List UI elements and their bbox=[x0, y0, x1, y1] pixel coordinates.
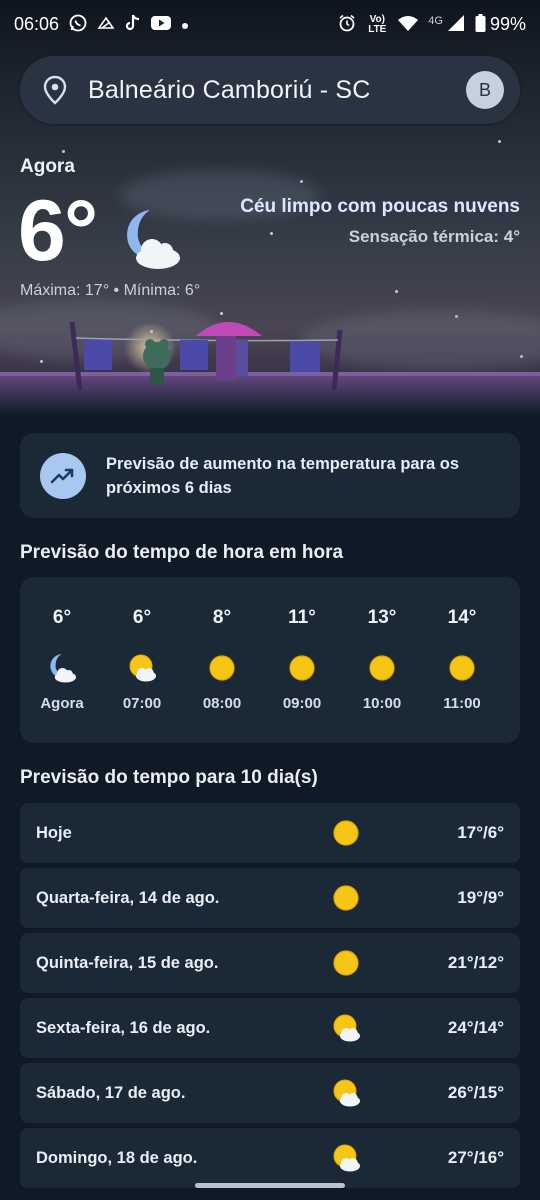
battery-icon bbox=[475, 14, 486, 35]
tiktok-icon bbox=[125, 14, 141, 35]
current-temperature: 6° bbox=[18, 183, 98, 279]
hour-temp: 6° bbox=[132, 607, 152, 628]
moon-cloud-icon bbox=[46, 651, 78, 685]
feels-like: Sensação térmica: 4° bbox=[348, 227, 520, 246]
night-scene-illustration bbox=[0, 321, 540, 410]
sun-icon bbox=[326, 884, 366, 912]
hourly-item[interactable]: 8° 08:00 bbox=[182, 577, 262, 743]
current-condition: Céu limpo com poucas nuvens bbox=[240, 196, 520, 217]
location-pin-icon bbox=[42, 75, 68, 105]
hour-temp: 11° bbox=[288, 607, 316, 628]
battery-level: 99% bbox=[489, 14, 526, 34]
daily-section-title: Previsão do tempo para 10 dia(s) bbox=[20, 767, 318, 788]
daily-row[interactable]: Hoje 17°/6° bbox=[20, 803, 520, 863]
dot-icon bbox=[181, 16, 189, 33]
network-type: 4G bbox=[428, 14, 443, 27]
day-temps: 26°/15° bbox=[447, 1083, 504, 1102]
hour-temp: 8° bbox=[212, 607, 232, 628]
sun-icon bbox=[326, 949, 366, 977]
temperature-trend-card[interactable]: Previsão de aumento na temperatura para … bbox=[20, 433, 520, 518]
hour-time: 11:00 bbox=[443, 695, 481, 712]
max-min-temperature: Máxima: 17° • Mínima: 6° bbox=[20, 282, 201, 299]
account-avatar[interactable]: B bbox=[466, 71, 504, 109]
alarm-icon bbox=[338, 14, 356, 35]
hour-time: 07:00 bbox=[122, 695, 162, 712]
moon-cloud-icon bbox=[120, 206, 182, 277]
day-name: Quarta-feira, 14 de ago. bbox=[36, 888, 220, 907]
location-search-bar[interactable]: Balneário Camboriú - SC B bbox=[20, 56, 520, 124]
youtube-icon bbox=[151, 15, 172, 34]
location-name: Balneário Camboriú - SC bbox=[88, 75, 371, 104]
wifi-icon bbox=[398, 15, 419, 34]
volte-icon: Vo) LTE bbox=[368, 13, 387, 35]
hour-temp: 14° bbox=[447, 607, 477, 628]
hourly-item[interactable]: 6° 07:00 bbox=[102, 577, 182, 743]
day-name: Sexta-feira, 16 de ago. bbox=[36, 1018, 211, 1037]
day-temps: 27°/16° bbox=[447, 1148, 504, 1167]
hour-temp: 6° bbox=[52, 607, 72, 628]
trend-text: Previsão de aumento na temperatura para … bbox=[106, 454, 460, 497]
sun-icon bbox=[208, 651, 236, 685]
day-temps: 17°/6° bbox=[457, 823, 504, 842]
signal-icon bbox=[447, 14, 465, 35]
sun-cloud-icon bbox=[326, 1143, 366, 1173]
day-name: Quinta-feira, 15 de ago. bbox=[36, 953, 219, 972]
hour-time: Agora bbox=[40, 695, 84, 712]
hour-time: 08:00 bbox=[202, 695, 242, 712]
home-indicator[interactable] bbox=[195, 1183, 345, 1188]
hour-time: 10:00 bbox=[362, 695, 402, 712]
whatsapp-icon bbox=[69, 14, 87, 35]
day-name: Hoje bbox=[36, 823, 72, 842]
day-temps: 19°/9° bbox=[457, 888, 504, 907]
day-temps: 21°/12° bbox=[447, 953, 504, 972]
daily-row[interactable]: Quarta-feira, 14 de ago. 19°/9° bbox=[20, 868, 520, 928]
sun-cloud-icon bbox=[326, 1013, 366, 1043]
sun-icon bbox=[448, 651, 476, 685]
trending-up-icon bbox=[40, 452, 86, 499]
hourly-section-title: Previsão do tempo de hora em hora bbox=[20, 542, 344, 563]
hourly-forecast-card[interactable]: 6° Agora 6° 07:00 8° 08:00 11° 09:00 13°… bbox=[20, 577, 520, 743]
day-name: Sábado, 17 de ago. bbox=[36, 1083, 186, 1102]
daily-row[interactable]: Domingo, 18 de ago. 27°/16° bbox=[20, 1128, 520, 1188]
hour-temp: 13° bbox=[367, 607, 397, 628]
hour-time: 09:00 bbox=[282, 695, 322, 712]
current-label: Agora bbox=[20, 156, 75, 177]
hourly-item[interactable]: 13° 10:00 bbox=[342, 577, 422, 743]
daily-row[interactable]: Sábado, 17 de ago. 26°/15° bbox=[20, 1063, 520, 1123]
sun-cloud-icon bbox=[127, 651, 157, 685]
sun-icon bbox=[326, 819, 366, 847]
day-name: Domingo, 18 de ago. bbox=[36, 1148, 198, 1167]
day-temps: 24°/14° bbox=[447, 1018, 504, 1037]
hourly-item[interactable]: 14° 11:00 bbox=[422, 577, 502, 743]
sun-icon bbox=[288, 651, 316, 685]
sun-cloud-icon bbox=[326, 1078, 366, 1108]
hourly-item[interactable]: 6° Agora bbox=[22, 577, 102, 743]
status-time: 06:06 bbox=[14, 14, 60, 34]
sun-icon bbox=[368, 651, 396, 685]
daily-row[interactable]: Sexta-feira, 16 de ago. 24°/14° bbox=[20, 998, 520, 1058]
hourly-item[interactable]: 11° 09:00 bbox=[262, 577, 342, 743]
status-bar: 06:06 Vo) LTE 4G 99% bbox=[0, 0, 540, 52]
daily-row[interactable]: Quinta-feira, 15 de ago. 21°/12° bbox=[20, 933, 520, 993]
bird-icon bbox=[97, 14, 115, 35]
